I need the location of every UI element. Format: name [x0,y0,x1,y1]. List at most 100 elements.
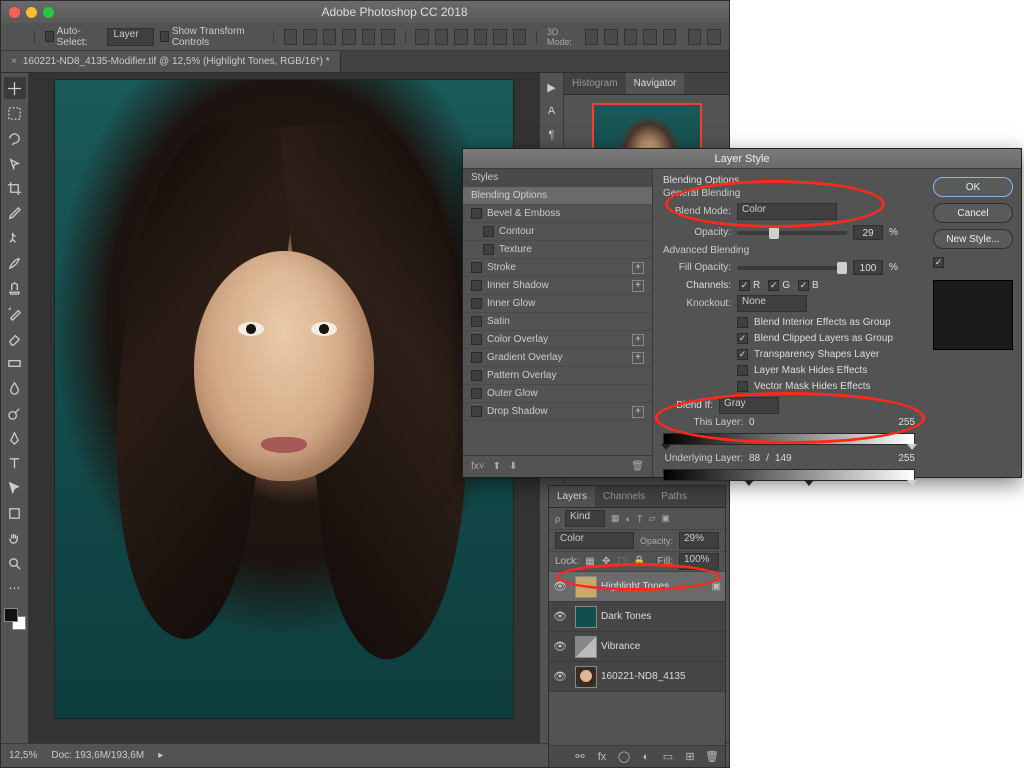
move-tool[interactable] [4,77,26,99]
fill-opacity-value[interactable]: 100 [853,260,883,275]
new-style-button[interactable]: New Style... [933,229,1013,249]
mode3d-1-icon[interactable] [585,29,598,45]
share-icon[interactable] [707,29,720,45]
fx-menu-icon[interactable]: fx˅ [471,461,485,472]
filter-type-icon[interactable]: T [637,514,643,524]
paragraph-panel-icon[interactable]: ¶ [544,127,560,143]
filter-kind-select[interactable]: Kind [565,510,605,527]
lock-position-icon[interactable]: ✥ [601,556,611,568]
channel-g-checkbox[interactable]: G [768,280,790,291]
distribute-4-icon[interactable] [474,29,487,45]
show-transform-checkbox[interactable]: Show Transform Controls [160,26,264,48]
blend-mode-select[interactable]: Color [737,203,837,220]
layer-name[interactable]: Highlight Tones [601,581,712,592]
visibility-toggle-icon[interactable]: 👁 [549,610,571,623]
status-chevron-icon[interactable]: ▸ [158,750,163,761]
color-overlay-item[interactable]: Color Overlay+ [463,331,652,349]
window-zoom-button[interactable] [43,7,54,18]
add-stroke-icon[interactable]: + [632,262,644,274]
opacity-slider[interactable] [737,231,847,235]
histogram-tab[interactable]: Histogram [564,73,626,94]
group-icon[interactable]: ▭ [661,750,675,764]
layer-thumb[interactable] [575,666,597,688]
mode3d-3-icon[interactable] [624,29,637,45]
paths-tab[interactable]: Paths [653,486,695,507]
pen-tool[interactable] [4,427,26,449]
align-right-icon[interactable] [323,29,336,45]
lock-all-icon[interactable]: 🔒 [633,556,645,568]
this-layer-range[interactable] [663,433,915,445]
vector-mask-hides-checkbox[interactable] [737,381,748,392]
contour-item[interactable]: Contour [463,223,652,241]
healing-brush-tool[interactable] [4,227,26,249]
blending-options-item[interactable]: Blending Options [463,187,652,205]
close-tab-icon[interactable]: × [11,56,17,67]
fx-icon[interactable]: fx [595,750,609,764]
opacity-value[interactable]: 29% [679,532,719,549]
layer-name[interactable]: Vibrance [601,641,725,652]
align-center-h-icon[interactable] [303,29,316,45]
document-canvas[interactable] [54,79,514,719]
layer-mask-hides-checkbox[interactable] [737,365,748,376]
align-left-icon[interactable] [284,29,297,45]
layers-tab[interactable]: Layers [549,486,595,507]
add-drop-shadow-icon[interactable]: + [632,406,644,418]
mode3d-5-icon[interactable] [663,29,676,45]
play-icon[interactable]: ▶ [544,79,560,95]
stroke-item[interactable]: Stroke+ [463,259,652,277]
layer-effects-icon[interactable]: ▣ [712,581,721,592]
eyedropper-tool[interactable] [4,202,26,224]
visibility-toggle-icon[interactable]: 👁 [549,670,571,683]
underlying-layer-range[interactable] [663,469,915,481]
search-icon[interactable] [688,29,701,45]
blend-interior-checkbox[interactable] [737,317,748,328]
move-down-icon[interactable]: ⬇ [509,461,517,472]
adjustment-icon[interactable]: ◐ [639,750,653,764]
distribute-2-icon[interactable] [435,29,448,45]
layer-thumb[interactable] [575,576,597,598]
layer-dark-tones[interactable]: 👁 Dark Tones [549,602,725,632]
transparency-shapes-checkbox[interactable] [737,349,748,360]
layer-name[interactable]: 160221-ND8_4135 [601,671,725,682]
edit-toolbar-icon[interactable]: ⋯ [4,577,26,599]
outer-glow-item[interactable]: Outer Glow [463,385,652,403]
filter-shape-icon[interactable]: ▱ [648,513,655,524]
fill-value[interactable]: 100% [679,553,719,570]
clone-stamp-tool[interactable] [4,277,26,299]
layer-highlight-tones[interactable]: 👁 Highlight Tones ▣ [549,572,725,602]
lock-artboard-icon[interactable]: ⬚ [617,556,627,568]
mode3d-4-icon[interactable] [643,29,656,45]
channel-b-checkbox[interactable]: B [798,280,819,291]
align-bottom-icon[interactable] [381,29,394,45]
hand-tool[interactable] [4,527,26,549]
lasso-tool[interactable] [4,127,26,149]
cancel-button[interactable]: Cancel [933,203,1013,223]
pattern-overlay-item[interactable]: Pattern Overlay [463,367,652,385]
satin-item[interactable]: Satin [463,313,652,331]
layer-blend-mode-select[interactable]: Color [555,532,634,549]
layer-thumb[interactable] [575,606,597,628]
trash-icon[interactable]: 🗑 [705,750,719,764]
document-tab[interactable]: × 160221-ND8_4135-Modifier.tif @ 12,5% (… [1,51,341,72]
trash-style-icon[interactable]: 🗑 [631,461,644,472]
foreground-swatch[interactable] [4,608,18,622]
preview-checkbox[interactable] [933,257,944,268]
new-layer-icon[interactable]: ⊞ [683,750,697,764]
crop-tool[interactable] [4,177,26,199]
inner-shadow-item[interactable]: Inner Shadow+ [463,277,652,295]
type-tool[interactable] [4,452,26,474]
inner-glow-item[interactable]: Inner Glow [463,295,652,313]
styles-header[interactable]: Styles [463,169,652,187]
channels-tab[interactable]: Channels [595,486,653,507]
blur-tool[interactable] [4,377,26,399]
bevel-emboss-item[interactable]: Bevel & Emboss [463,205,652,223]
add-gradient-overlay-icon[interactable]: + [632,352,644,364]
filter-smart-icon[interactable]: ▣ [661,513,670,524]
auto-select-target-select[interactable]: Layer [107,28,154,46]
marquee-tool[interactable] [4,102,26,124]
mode3d-2-icon[interactable] [604,29,617,45]
lock-pixels-icon[interactable]: ▦ [585,556,595,568]
gradient-overlay-item[interactable]: Gradient Overlay+ [463,349,652,367]
move-up-icon[interactable]: ⬆ [493,461,501,472]
window-minimize-button[interactable] [26,7,37,18]
